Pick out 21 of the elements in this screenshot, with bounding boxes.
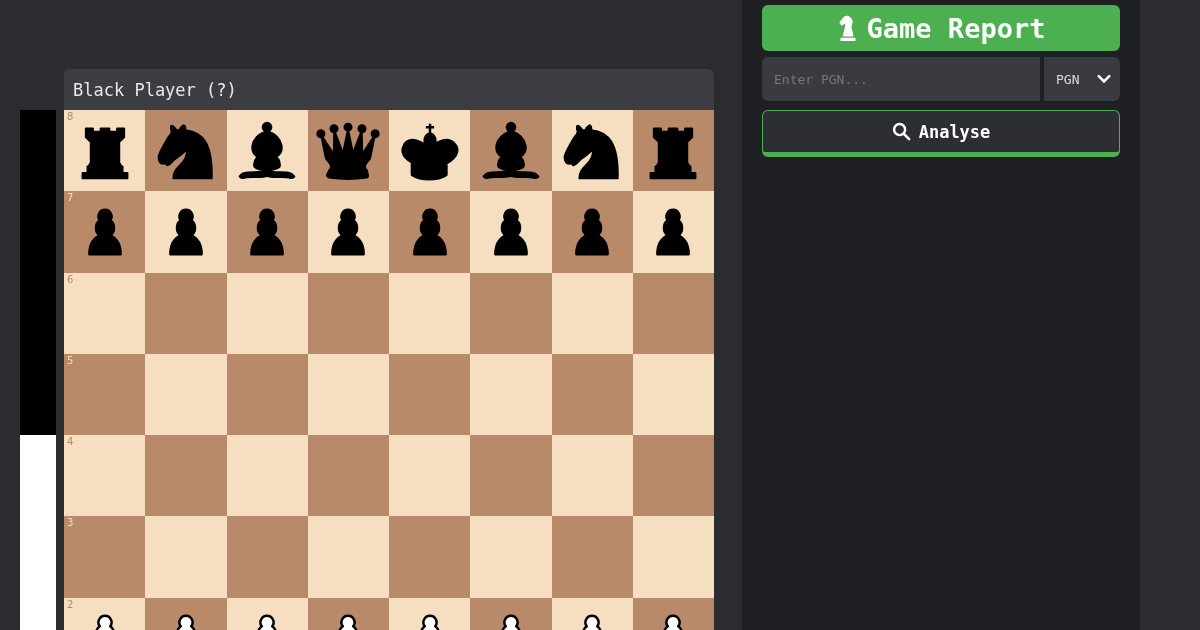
board-square[interactable]: 3 bbox=[64, 516, 146, 598]
format-dropdown[interactable]: PGN bbox=[1044, 57, 1120, 101]
board-square[interactable]: 6 bbox=[64, 272, 146, 354]
board-square[interactable]: 4 bbox=[64, 435, 146, 517]
rank-label: 8 bbox=[67, 111, 74, 122]
rank-label: 5 bbox=[67, 354, 74, 366]
analyse-button[interactable]: Analyse bbox=[762, 110, 1120, 157]
board-square[interactable]: 2 bbox=[64, 597, 146, 630]
rank-label: 7 bbox=[67, 192, 74, 204]
game-report-button[interactable]: Game Report bbox=[762, 5, 1120, 51]
board-square[interactable]: 7 bbox=[64, 191, 146, 273]
pgn-input-field[interactable]: Enter PGN... bbox=[762, 57, 1040, 101]
player-name: Black Player (?) bbox=[73, 79, 237, 100]
search-icon bbox=[891, 122, 911, 141]
rank-label: 4 bbox=[67, 436, 74, 447]
rank-label: 3 bbox=[67, 517, 74, 529]
rank-label: 2 bbox=[67, 598, 74, 610]
board-square[interactable]: 5 bbox=[64, 353, 146, 435]
board-square[interactable]: 8 bbox=[64, 110, 146, 192]
rank-label: 6 bbox=[67, 273, 74, 285]
chevron-down-icon bbox=[1097, 74, 1111, 84]
